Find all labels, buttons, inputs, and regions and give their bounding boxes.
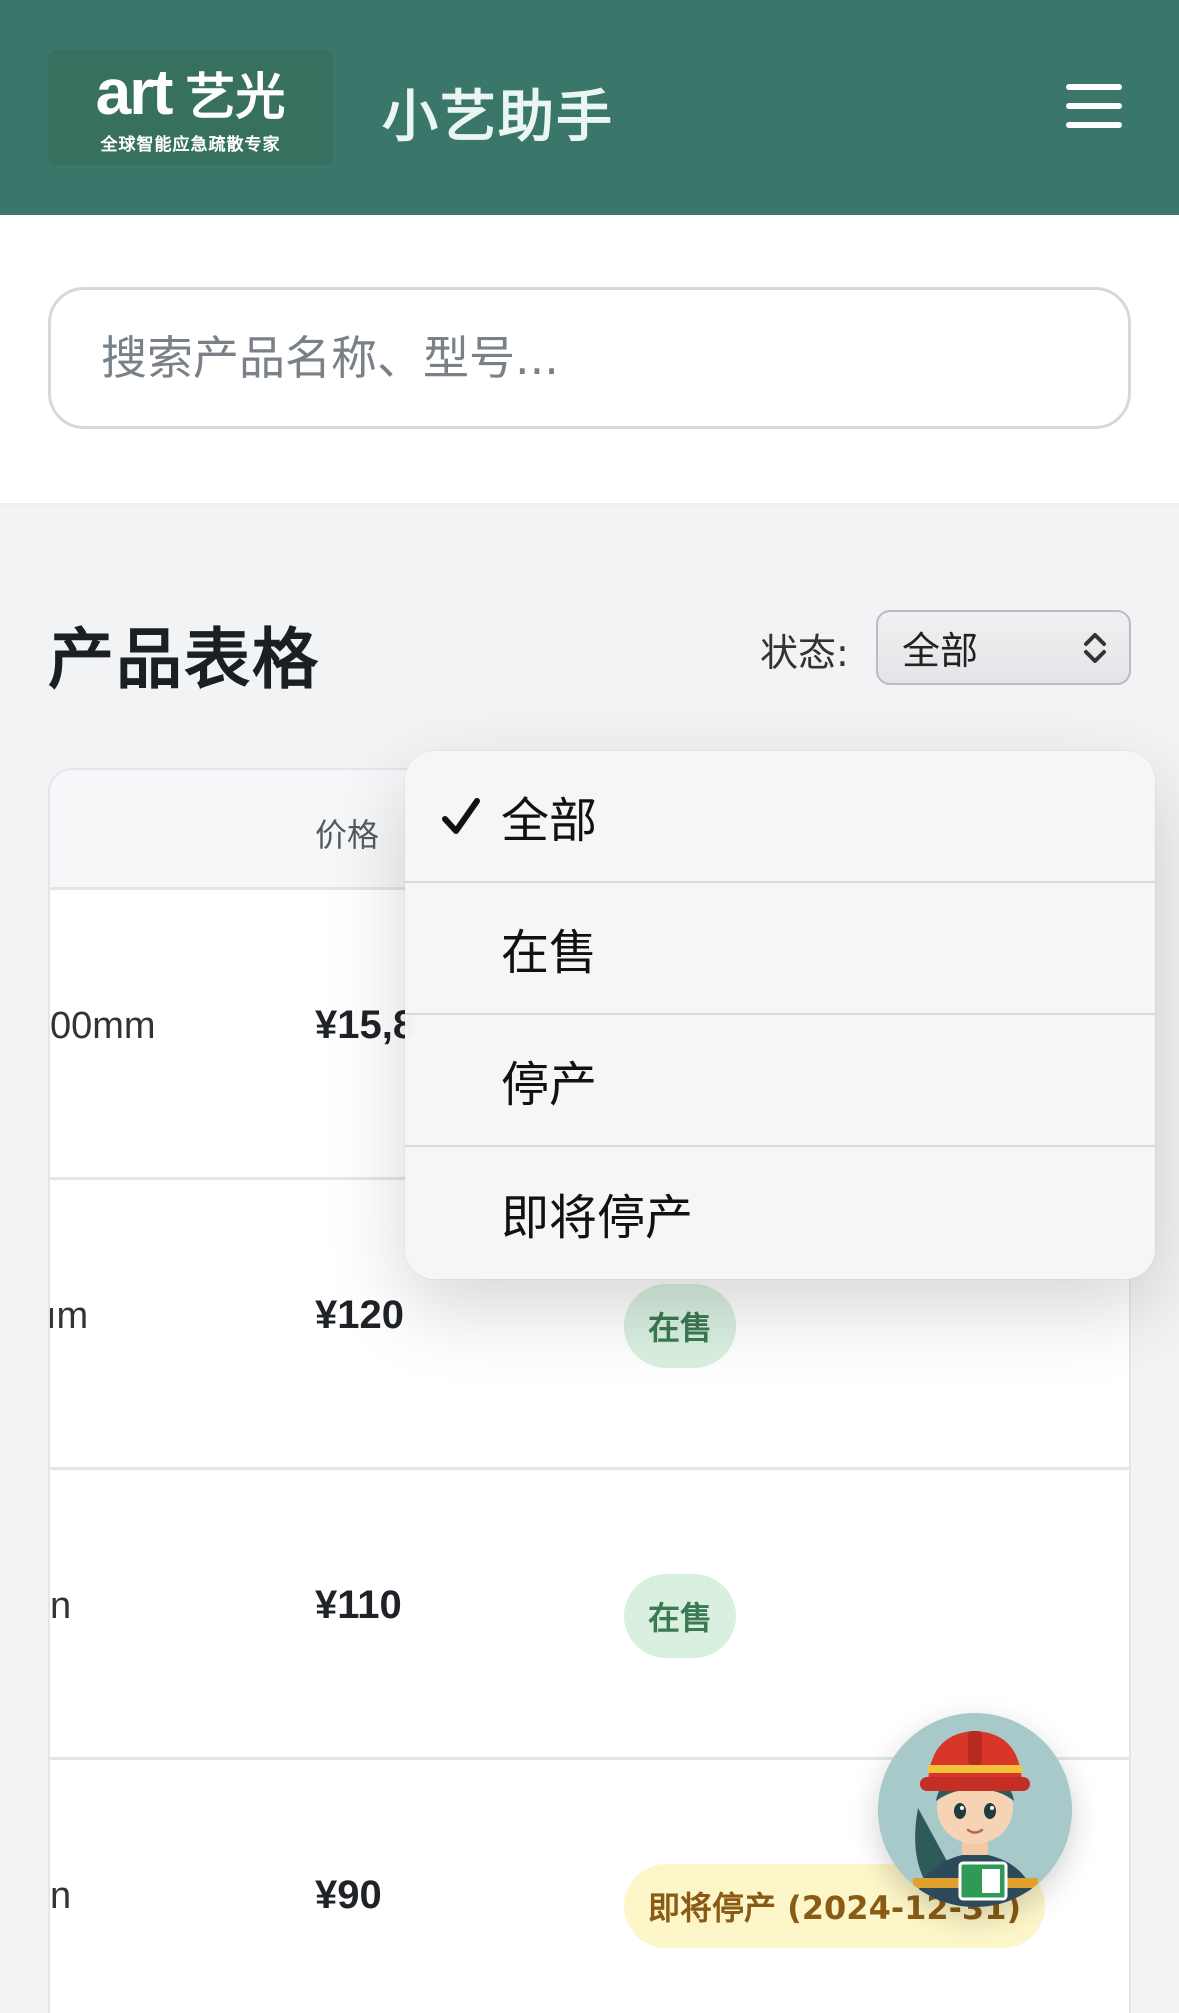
search-input[interactable] xyxy=(48,287,1131,429)
cell-price: ¥90 xyxy=(315,1873,382,1917)
status-filter-select[interactable]: 全部 xyxy=(876,610,1131,685)
app-header: art 艺光 全球智能应急疏散专家 小艺助手 xyxy=(0,0,1179,215)
menu-bar xyxy=(1066,103,1122,109)
dropdown-option-discontinued[interactable]: 停产 xyxy=(405,1015,1155,1147)
logo-tagline: 全球智能应急疏散专家 xyxy=(100,135,281,155)
dropdown-option-on-sale[interactable]: 在售 xyxy=(405,883,1155,1015)
status-badge: 在售 xyxy=(624,1284,737,1368)
checkmark-icon xyxy=(442,798,480,834)
page-title: 产品表格 xyxy=(48,621,320,698)
dropdown-option-label: 即将停产 xyxy=(501,1190,694,1246)
dropdown-option-label: 停产 xyxy=(501,1057,598,1113)
dropdown-option-soon-discontinued[interactable]: 即将停产 xyxy=(405,1147,1155,1279)
status-filter-label: 状态: xyxy=(760,631,849,675)
logo-cn-text: 艺光 xyxy=(185,68,286,126)
brand-logo[interactable]: art 艺光 全球智能应急疏散专家 xyxy=(48,50,333,165)
menu-bar xyxy=(1066,122,1122,128)
assistant-avatar-illustration xyxy=(913,1731,1038,1907)
cell-spec: n xyxy=(50,1875,72,1917)
cell-price: ¥120 xyxy=(315,1293,404,1337)
cell-price: ¥15,8 xyxy=(315,1003,416,1047)
dropdown-option-label: 在售 xyxy=(501,925,598,981)
cell-price: ¥110 xyxy=(315,1583,402,1627)
column-header-price: 价格 xyxy=(315,816,380,854)
status-filter-value: 全部 xyxy=(902,629,979,673)
cell-spec: n xyxy=(50,1585,72,1627)
logo-wordmark: art 艺光 xyxy=(96,60,286,124)
firefighter-avatar-icon[interactable] xyxy=(878,1713,1072,1907)
hamburger-icon[interactable] xyxy=(1066,84,1122,128)
dropdown-option-label: 全部 xyxy=(501,793,598,849)
app-title: 小艺助手 xyxy=(382,85,614,150)
dropdown-option-all[interactable]: 全部 xyxy=(405,751,1155,883)
status-badge: 在售 xyxy=(624,1574,737,1658)
status-dropdown-menu: 全部 在售 停产 即将停产 xyxy=(405,751,1155,1279)
chevron-updown-icon xyxy=(1084,633,1106,663)
search-section xyxy=(0,215,1179,505)
cell-spec: 00mm xyxy=(50,1005,156,1047)
menu-bar xyxy=(1066,84,1122,90)
cell-spec: ım xyxy=(48,1295,89,1337)
logo-art-text: art xyxy=(95,56,174,128)
